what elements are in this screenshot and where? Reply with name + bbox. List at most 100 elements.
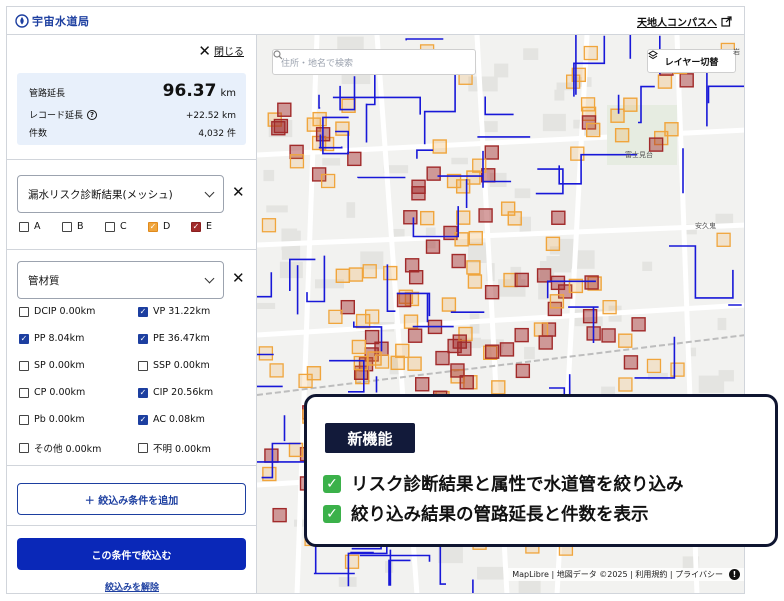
- material-filter-select[interactable]: 管材質: [17, 261, 224, 299]
- checkbox[interactable]: ✓: [138, 387, 148, 398]
- mesh-cell-d: [298, 373, 313, 389]
- checkbox[interactable]: ✓: [19, 333, 29, 344]
- material-option-label: PE 36.47km: [153, 333, 210, 344]
- map-block: [554, 89, 565, 101]
- checkbox[interactable]: ✓: [138, 306, 148, 317]
- compass-link[interactable]: 天地人コンパスへ: [637, 14, 732, 29]
- checkbox[interactable]: [19, 306, 29, 317]
- map-block: [717, 317, 727, 331]
- water-drop-icon: [15, 13, 29, 28]
- logo[interactable]: 宇宙水道局: [15, 13, 90, 29]
- mesh-cell-e: [407, 328, 423, 343]
- map-block: [518, 579, 541, 593]
- checkbox[interactable]: [138, 360, 148, 371]
- material-filter-label: 管材質: [28, 274, 60, 287]
- checkbox[interactable]: ✓: [191, 221, 201, 232]
- risk-option-label: A: [34, 221, 41, 232]
- layer-toggle-button[interactable]: レイヤー切替: [647, 49, 736, 73]
- map-block: [451, 157, 468, 165]
- search-icon: [273, 50, 283, 60]
- material-option[interactable]: ✓ PP 8.04km: [19, 333, 84, 344]
- search-placeholder: 住所・地名で検索: [281, 58, 354, 69]
- checkbox[interactable]: ✓: [138, 414, 148, 425]
- checkbox[interactable]: [19, 221, 29, 232]
- add-condition-button[interactable]: ＋ 絞込み条件を追加: [17, 483, 246, 515]
- apply-filter-button[interactable]: この条件で絞込む: [17, 538, 246, 570]
- material-option[interactable]: 不明 0.00km: [138, 441, 211, 455]
- logo-text: 宇宙水道局: [32, 14, 90, 28]
- mesh-cell-d: [545, 236, 561, 252]
- mesh-cell-d: [670, 362, 685, 377]
- checkbox[interactable]: [19, 443, 29, 453]
- material-option[interactable]: ✓ VP 31.22km: [138, 306, 210, 317]
- risk-option-d[interactable]: ✓ D: [148, 221, 170, 232]
- mesh-cell-e: [584, 275, 599, 290]
- mesh-cell-d: [583, 45, 598, 61]
- mesh-cell-d: [365, 309, 380, 324]
- material-option-label: その他 0.00km: [34, 444, 102, 455]
- mesh-cell-d: [390, 355, 405, 371]
- mesh-cell-d: [585, 122, 601, 138]
- material-option[interactable]: ✓ CIP 20.56km: [138, 387, 213, 398]
- risk-option-c[interactable]: C: [105, 221, 127, 232]
- material-option[interactable]: Pb 0.00km: [19, 414, 85, 425]
- risk-option-label: B: [77, 221, 84, 232]
- mesh-cell-d: [351, 339, 367, 355]
- checkbox[interactable]: [19, 387, 29, 398]
- checkbox[interactable]: [105, 221, 115, 232]
- mesh-cell-d: [454, 232, 469, 247]
- checkbox[interactable]: ✓: [138, 333, 148, 344]
- map-attribution: MapLibre | 地図データ ©2025 | 利用規約 | プライバシー !: [508, 568, 744, 581]
- risk-option-e[interactable]: ✓ E: [191, 221, 212, 232]
- external-link-icon: [721, 16, 732, 27]
- mesh-cell-e: [451, 253, 466, 269]
- material-option[interactable]: SSP 0.00km: [138, 360, 210, 371]
- mesh-cell-e: [484, 284, 500, 300]
- info-icon[interactable]: !: [729, 569, 740, 580]
- close-label: 閉じる: [214, 47, 244, 58]
- chevron-down-icon: [204, 187, 215, 197]
- mesh-cell-e: [484, 145, 499, 160]
- material-option[interactable]: SP 0.00km: [19, 360, 85, 371]
- reset-filter-link[interactable]: 絞込みを解除: [7, 580, 257, 593]
- risk-option-a[interactable]: A: [19, 221, 41, 232]
- mesh-cell-e: [264, 448, 279, 463]
- filter-sidebar: ✕ 閉じる 管路延長 96.37 km レコード延長 ? +22.52 km 件数…: [7, 35, 257, 593]
- mesh-cell-d: [657, 74, 673, 89]
- mesh-cell-d: [533, 322, 549, 337]
- remove-risk-filter-icon[interactable]: ✕: [232, 183, 245, 201]
- map-block: [346, 202, 356, 218]
- help-icon[interactable]: ?: [87, 109, 98, 120]
- mesh-cell-d: [549, 294, 565, 309]
- new-feature-tag: 新機能: [325, 423, 415, 453]
- material-option[interactable]: CP 0.00km: [19, 387, 85, 398]
- material-option[interactable]: その他 0.00km: [19, 441, 101, 455]
- material-option[interactable]: ✓ AC 0.08km: [138, 414, 205, 425]
- mesh-cell-e: [459, 375, 474, 390]
- feature-callout: 新機能 ✓ リスク診断結果と属性で水道管を絞り込み ✓ 絞り込み結果の管路延長と…: [304, 394, 778, 547]
- checkbox[interactable]: [19, 360, 29, 371]
- checkbox[interactable]: [62, 221, 72, 232]
- map-block: [257, 302, 276, 310]
- close-icon: ✕: [198, 41, 211, 60]
- material-option[interactable]: ✓ PE 36.47km: [138, 333, 210, 344]
- mesh-cell-d: [288, 442, 304, 458]
- material-option[interactable]: DCIP 0.00km: [19, 306, 95, 317]
- material-option-label: SP 0.00km: [34, 360, 85, 371]
- risk-filter-select[interactable]: 漏水リスク診断結果(メッシュ): [17, 175, 224, 213]
- search-input[interactable]: 住所・地名で検索: [272, 49, 476, 75]
- risk-option-b[interactable]: B: [62, 221, 84, 232]
- checkbox[interactable]: [19, 414, 29, 425]
- mesh-cell-d: [269, 363, 284, 378]
- mesh-cell-d: [441, 297, 457, 312]
- divider: [7, 249, 257, 250]
- water-pipe: [405, 38, 444, 41]
- remove-material-filter-icon[interactable]: ✕: [232, 269, 245, 287]
- mesh-cell-d: [362, 264, 377, 279]
- material-option-label: AC 0.08km: [153, 414, 205, 425]
- mesh-cell-e: [631, 317, 646, 332]
- record-length-row: レコード延長 ? +22.52 km: [29, 108, 236, 121]
- checkbox[interactable]: ✓: [148, 221, 158, 232]
- checkbox[interactable]: [138, 443, 148, 453]
- close-button[interactable]: ✕ 閉じる: [198, 43, 244, 58]
